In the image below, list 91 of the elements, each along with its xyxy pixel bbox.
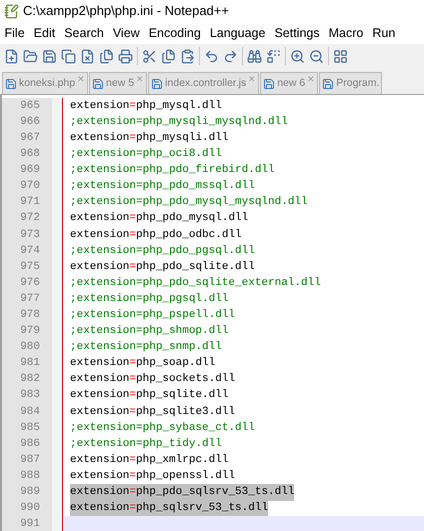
print-icon[interactable] bbox=[118, 48, 133, 64]
file-icon bbox=[151, 78, 164, 90]
window-icon[interactable] bbox=[333, 48, 348, 64]
tab-label: koneksi.php bbox=[19, 76, 76, 91]
code-line-text: ;extension=php_sybase_ct.dll bbox=[70, 420, 255, 436]
line-number: 976 bbox=[20, 276, 40, 291]
replace-icon[interactable] bbox=[266, 48, 281, 64]
line-number: 984 bbox=[20, 404, 40, 420]
line-number: 977 bbox=[20, 292, 40, 307]
notepad-icon bbox=[4, 4, 19, 18]
paste-icon[interactable] bbox=[180, 48, 195, 64]
code-line-text: extension=php_pdo_mysql.dll bbox=[70, 211, 248, 226]
code-line-text: ;extension=php_pdo_firebird.dll bbox=[70, 163, 275, 178]
line-number: 969 bbox=[20, 163, 40, 178]
tab-label: Program. bbox=[336, 76, 380, 91]
menu-item[interactable]: Language bbox=[205, 24, 270, 42]
zoom-out-icon[interactable] bbox=[309, 48, 324, 64]
save-icon[interactable] bbox=[42, 48, 57, 64]
code-line-text: ;extension=php_tidy.dll bbox=[70, 436, 222, 452]
redo-icon[interactable] bbox=[223, 48, 238, 64]
file-icon bbox=[322, 78, 334, 90]
find-icon[interactable] bbox=[247, 48, 262, 64]
code-line-text: ;extension=php_pdo_sqlite_external.dll bbox=[70, 276, 321, 291]
code-line-text: extension=php_mysql.dll bbox=[70, 98, 222, 114]
code-line-text: extension=php_sockets.dll bbox=[70, 372, 236, 388]
code-line-text: extension=php_pdo_sqlite.dll bbox=[70, 260, 255, 275]
line-number: 986 bbox=[20, 436, 40, 452]
line-number: 967 bbox=[20, 130, 40, 146]
code-line-text: extension=php_mysqli.dll bbox=[70, 130, 228, 146]
line-number: 982 bbox=[20, 372, 40, 388]
line-number: 968 bbox=[20, 147, 40, 162]
line-number: 991 bbox=[20, 517, 40, 531]
menu-item[interactable]: Settings bbox=[270, 24, 324, 42]
code-line-text: extension=php_pdo_sqlsrv_53_ts.dll bbox=[70, 484, 294, 501]
line-number: 979 bbox=[20, 324, 40, 340]
code-line-text: extension=php_sqlite.dll bbox=[70, 388, 228, 404]
cut-icon[interactable] bbox=[142, 48, 157, 64]
tab-label: new 6 bbox=[277, 76, 306, 91]
menu-item[interactable]: Macro bbox=[324, 24, 368, 42]
line-number: 981 bbox=[20, 356, 40, 372]
folder-icon[interactable] bbox=[23, 48, 38, 64]
line-number: 980 bbox=[20, 340, 40, 356]
file-icon bbox=[263, 78, 276, 90]
code-line-text: extension=php_soap.dll bbox=[70, 356, 216, 372]
line-number: 978 bbox=[20, 308, 40, 324]
line-number: 973 bbox=[20, 228, 40, 243]
undo-icon[interactable] bbox=[204, 48, 219, 64]
menu-item[interactable]: View bbox=[108, 24, 144, 42]
window-title: C:\xampp2\php\php.ini - Notepad++ bbox=[23, 2, 229, 20]
line-number: 974 bbox=[20, 244, 40, 259]
menu-item[interactable]: Run bbox=[368, 24, 400, 42]
code-line-text: ;extension=php_oci8.dll bbox=[70, 147, 222, 162]
line-number: 990 bbox=[20, 501, 40, 516]
line-number: 971 bbox=[20, 195, 40, 210]
line-number: 965 bbox=[20, 98, 40, 114]
code-line-text: ;extension=php_pspell.dll bbox=[70, 308, 236, 324]
menu-item[interactable]: Edit bbox=[29, 24, 60, 42]
line-number: 988 bbox=[20, 468, 40, 484]
code-line-text: extension=php_pdo_odbc.dll bbox=[70, 228, 242, 243]
code-line-text: ;extension=php_pdo_pgsql.dll bbox=[70, 244, 255, 259]
code-line-text: extension=php_xmlrpc.dll bbox=[70, 452, 228, 468]
code-line-text: extension=php_sqlite3.dll bbox=[70, 404, 236, 420]
code-line-text: ;extension=php_pdo_mysql_mysqlnd.dll bbox=[70, 195, 308, 210]
close-file-icon[interactable] bbox=[80, 48, 95, 64]
close-all-icon[interactable] bbox=[99, 48, 114, 64]
menu-item[interactable]: Encoding bbox=[144, 24, 206, 42]
new-file-icon[interactable] bbox=[4, 48, 19, 64]
zoom-in-icon[interactable] bbox=[290, 48, 305, 64]
code-line-text: ;extension=php_snmp.dll bbox=[70, 340, 222, 356]
line-number: 989 bbox=[20, 485, 40, 500]
line-number: 966 bbox=[20, 114, 40, 130]
code-line-text: ;extension=php_mysqli_mysqlnd.dll bbox=[70, 114, 288, 130]
line-number: 987 bbox=[20, 452, 40, 468]
code-line-text: extension=php_sqlsrv_53_ts.dll bbox=[70, 500, 268, 517]
menu-item[interactable]: File bbox=[0, 24, 30, 42]
code-line-text: ;extension=php_shmop.dll bbox=[70, 324, 228, 340]
code-line-text: ;extension=php_pgsql.dll bbox=[70, 292, 228, 307]
line-number: 985 bbox=[20, 420, 40, 436]
line-number: 970 bbox=[20, 179, 40, 194]
line-number: 975 bbox=[20, 260, 40, 275]
line-number: 972 bbox=[20, 211, 40, 226]
line-number: 983 bbox=[20, 388, 40, 404]
copy-icon[interactable] bbox=[161, 48, 176, 64]
code-line-text: extension=php_openssl.dll bbox=[70, 468, 236, 484]
tab-label: index.controller.js bbox=[165, 76, 246, 91]
file-icon bbox=[5, 78, 17, 90]
tab-label: new 5 bbox=[106, 76, 134, 91]
save-all-icon[interactable] bbox=[61, 48, 76, 64]
menu-item[interactable]: Search bbox=[60, 24, 108, 42]
code-line-text: ;extension=php_pdo_mssql.dll bbox=[70, 179, 255, 194]
file-icon bbox=[92, 78, 104, 90]
